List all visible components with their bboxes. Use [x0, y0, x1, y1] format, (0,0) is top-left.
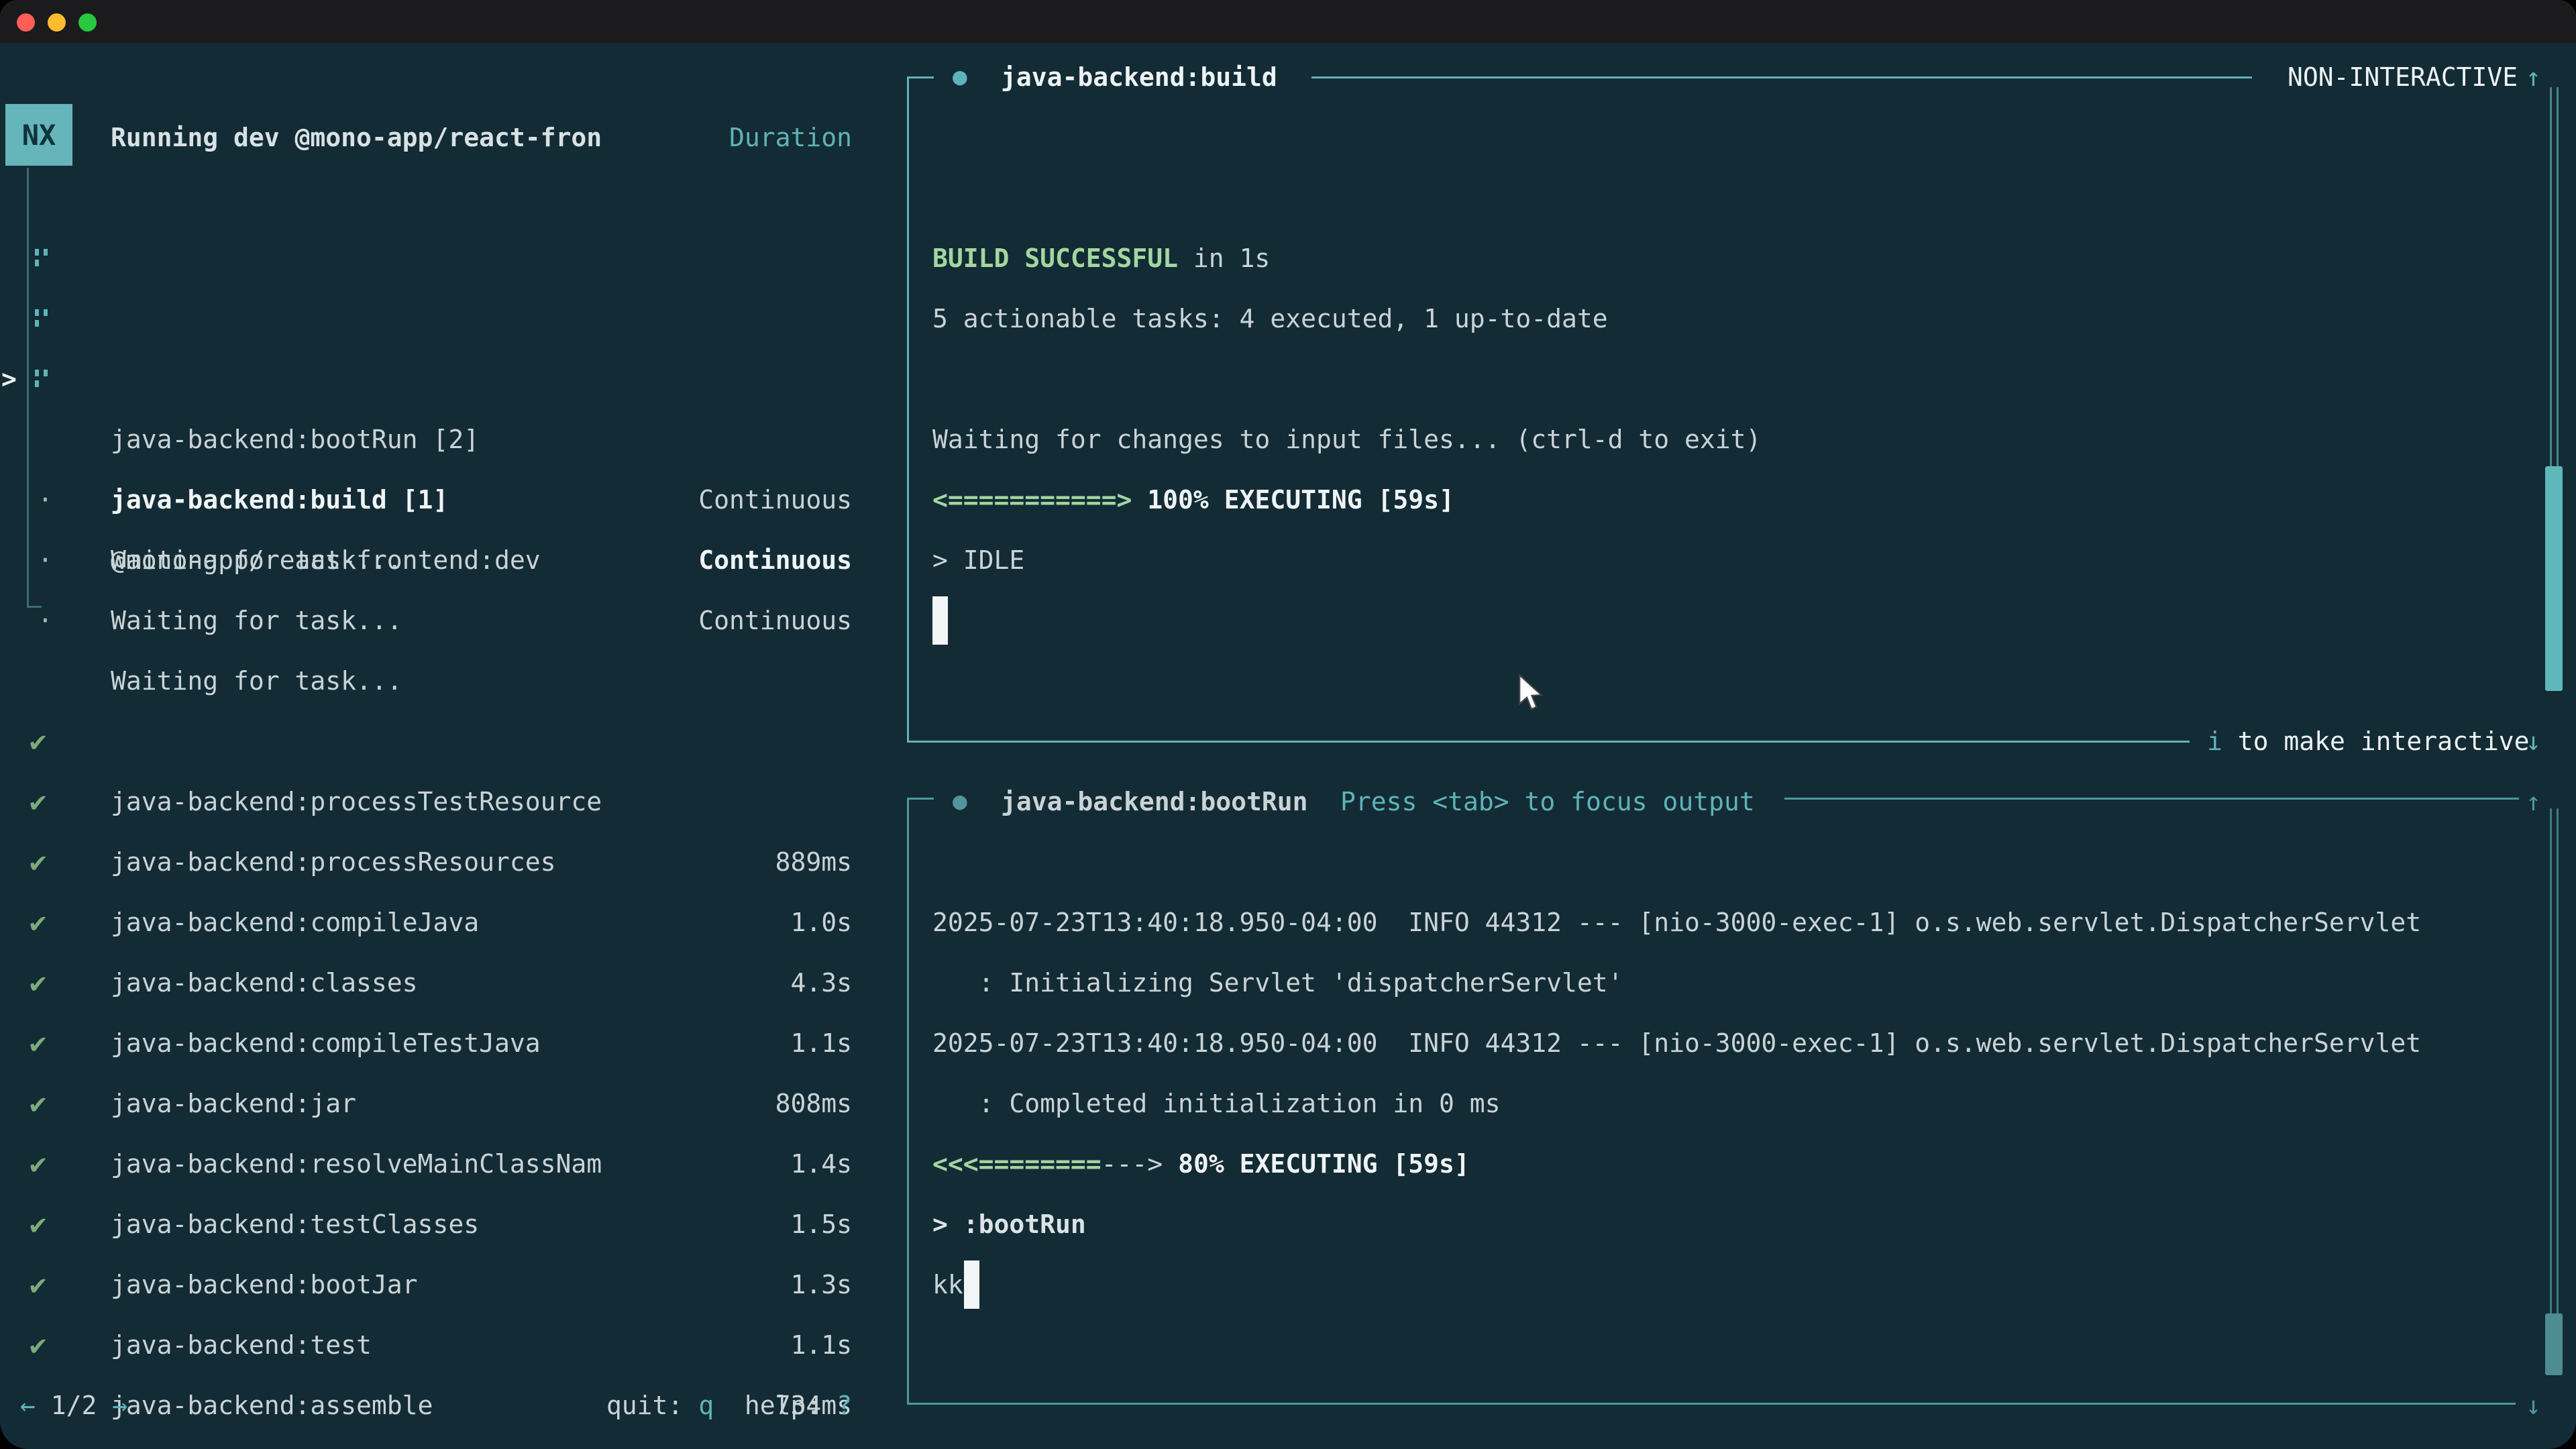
completed-task-row[interactable]: ✔ java-backend:test 734ms [0, 1194, 872, 1254]
log-line: : Initializing Servlet 'dispatcherServle… [932, 953, 1623, 1013]
build-pane-left-border [907, 77, 909, 743]
completed-task-row[interactable]: ✔ java-backend:processTestResource 889ms [0, 651, 872, 711]
build-scrollbar-track [2557, 87, 2559, 466]
task-sidebar: NX Running dev @mono-app/react-fron Dura… [0, 0, 907, 1449]
quit-label: quit: [606, 1391, 698, 1420]
bootrun-scroll-up-icon[interactable]: ↑ [2526, 771, 2541, 832]
build-time: in 1s [1178, 244, 1270, 273]
duration-column-header: Duration [0, 107, 872, 168]
completed-task-row[interactable]: ✔ java-backend:assemble 774ms [0, 1254, 872, 1315]
completed-task-row[interactable]: ✔ java-backend:bootJar 1.1s [0, 1134, 872, 1194]
task-duration: Continuous [698, 590, 852, 651]
log-line: 2025-07-23T13:40:18.950-04:00 INFO 44312… [932, 1013, 2421, 1073]
interactive-hint-key: i [2207, 727, 2222, 756]
bootrun-progress-line: <<<========---> 80% EXECUTING [59s] [932, 1134, 1470, 1194]
log-line: : Completed initialization in 0 ms [932, 1073, 1500, 1134]
terminal-cursor [932, 596, 948, 645]
interactive-hint-text: to make interactive [2222, 727, 2530, 756]
non-interactive-badge: NON-INTERACTIVE [2288, 47, 2518, 107]
idle-line: > IDLE [932, 530, 1024, 590]
completed-task-row[interactable]: ✔ java-backend:testClasses 1.3s [0, 1073, 872, 1134]
running-task-row[interactable]: > java-backend:bootRun [2] Continuous [0, 228, 872, 288]
build-result-line: BUILD SUCCESSFUL in 1s [932, 228, 1270, 288]
interactive-hint: i to make interactive [2207, 711, 2529, 771]
running-task-row[interactable]: > java-backend:build [1] Continuous [0, 288, 872, 349]
running-spinner-icon [35, 249, 51, 268]
completed-task-row[interactable]: ✔ java-backend:processResources 1.0s [0, 711, 872, 771]
focus-output-hint: Press <tab> to focus output [1340, 771, 1755, 832]
terminal-window: NX Running dev @mono-app/react-fron Dura… [0, 0, 2576, 1449]
build-pane-title: java-backend:build [1001, 47, 1277, 107]
bootrun-pane-left-border [907, 798, 909, 1403]
help-label: help: [714, 1391, 837, 1420]
build-pane-bottom-border [907, 741, 2190, 743]
tasks-summary-line: 5 actionable tasks: 4 executed, 1 up-to-… [932, 288, 1608, 349]
build-scrollbar-track [2550, 87, 2552, 466]
help-key: ? [837, 1391, 852, 1420]
task-name: Waiting for task... [111, 590, 402, 651]
running-task-row[interactable]: > @mono-app/react-frontend:dev Continuou… [0, 349, 872, 409]
running-spinner-icon [35, 309, 51, 328]
terminal-cursor [964, 1260, 979, 1309]
gradle-prompt-line: > :bootRun [932, 1194, 1086, 1254]
bootrun-pane-bullet-icon: ● [953, 771, 967, 832]
waiting-task-row[interactable]: · Waiting for task... [0, 409, 872, 470]
task-duration: 774ms [775, 1436, 852, 1449]
mouse-pointer-icon [1517, 674, 1544, 714]
build-progress-line: <===========> 100% EXECUTING [59s] [932, 470, 1454, 530]
build-scrollbar-thumb[interactable] [2545, 466, 2563, 691]
completed-task-row[interactable]: ✔ java-backend:classes 1.1s [0, 832, 872, 892]
bootrun-scroll-down-icon[interactable]: ↓ [2526, 1375, 2541, 1436]
completed-task-row[interactable]: ✔ java-backend:compileTestJava 808ms [0, 892, 872, 953]
progress-status: 100% EXECUTING [59s] [1132, 485, 1454, 515]
build-pane-top-border [1311, 76, 2252, 78]
quit-key: q [698, 1391, 714, 1420]
log-line: 2025-07-23T13:40:18.950-04:00 INFO 44312… [932, 892, 2421, 953]
checkmark-icon: ✔ [30, 1315, 46, 1375]
build-pane-bullet-icon: ● [953, 47, 967, 107]
waiting-task-row[interactable]: · Waiting for task... [0, 470, 872, 530]
bootrun-scrollbar-track [2557, 808, 2559, 1313]
bootrun-scrollbar-thumb[interactable] [2545, 1313, 2563, 1375]
waiting-for-changes-line: Waiting for changes to input files... (c… [932, 409, 1761, 470]
build-successful-label: BUILD SUCCESSFUL [932, 244, 1178, 273]
progress-status: 80% EXECUTING [59s] [1163, 1149, 1470, 1179]
pending-dot-icon: · [38, 590, 53, 651]
progress-bar: <===========> [932, 485, 1132, 515]
task-duration: 1.1s [790, 1315, 852, 1375]
bootrun-scrollbar-track [2550, 808, 2552, 1313]
waiting-task-row[interactable]: · Waiting for task... [0, 530, 872, 590]
completed-task-row[interactable]: ✔ java-backend:compileJava 4.3s [0, 771, 872, 832]
stdin-input-text[interactable]: kk [932, 1254, 963, 1315]
bootrun-pane-bottom-border [907, 1403, 2516, 1405]
keyboard-hints: quit: q help: ? [0, 1375, 872, 1436]
bootrun-pane-border-stub [907, 798, 934, 800]
progress-bar-rest: ---> [1102, 1149, 1163, 1179]
running-spinner-icon [35, 370, 51, 388]
build-scroll-up-icon[interactable]: ↑ [2526, 47, 2541, 107]
build-pane-border-stub [907, 76, 934, 78]
bootrun-pane-title: java-backend:bootRun [1001, 771, 1308, 832]
progress-bar-filled: <<<======== [932, 1149, 1102, 1179]
bootrun-pane-top-border [1784, 798, 2519, 800]
completed-task-row[interactable]: ✔ java-backend:resolveMainClassNam 1.5s [0, 1013, 872, 1073]
build-scroll-down-icon[interactable]: ↓ [2526, 711, 2541, 771]
completed-task-row[interactable]: ✔ java-backend:jar 1.4s [0, 953, 872, 1013]
